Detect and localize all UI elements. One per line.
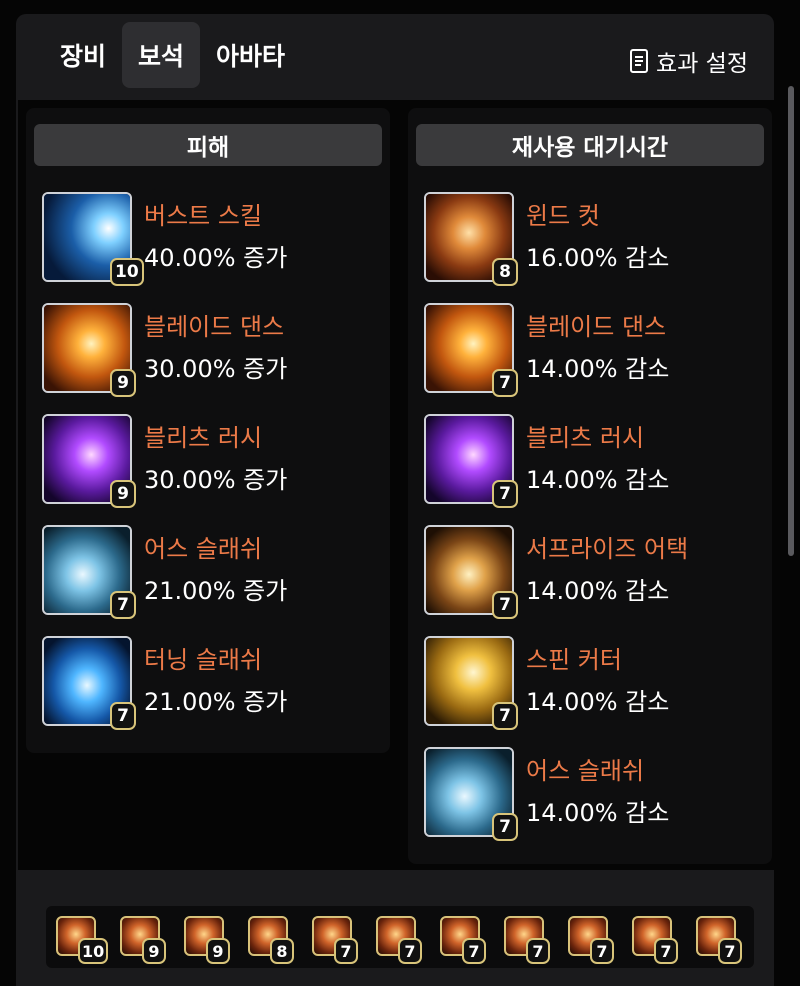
mini-gem-level: 7 bbox=[718, 938, 742, 964]
cooldown-header: 재사용 대기시간 bbox=[416, 124, 764, 166]
cooldown-item-row[interactable]: 7 스핀 커터 14.00% 감소 bbox=[424, 636, 764, 730]
effect-value: 14.00% 감소 bbox=[526, 355, 670, 383]
effect-value: 16.00% 감소 bbox=[526, 244, 670, 272]
cooldown-column: 재사용 대기시간 8 윈드 컷 16.00% 감소 7 블레이드 댄스 14.00% 감소… bbox=[408, 108, 772, 864]
mini-gem[interactable]: 7 bbox=[370, 912, 422, 964]
damage-item-row[interactable]: 9 블레이드 댄스 30.00% 증가 bbox=[42, 303, 382, 397]
tab-gems[interactable]: 보석 bbox=[122, 22, 201, 88]
gem-level-badge: 7 bbox=[492, 813, 518, 841]
effect-value: 30.00% 증가 bbox=[144, 355, 288, 383]
mini-gem[interactable]: 7 bbox=[498, 912, 550, 964]
mini-gem[interactable]: 7 bbox=[626, 912, 678, 964]
gem-level-badge: 7 bbox=[110, 702, 136, 730]
mini-gem-level: 7 bbox=[398, 938, 422, 964]
gem-level-badge: 7 bbox=[492, 480, 518, 508]
damage-item-row[interactable]: 10 버스트 스킬 40.00% 증가 bbox=[42, 192, 382, 286]
gem-level-badge: 7 bbox=[492, 702, 518, 730]
mini-gem-level: 7 bbox=[526, 938, 550, 964]
damage-header: 피해 bbox=[34, 124, 382, 166]
effect-value: 14.00% 감소 bbox=[526, 577, 670, 605]
mini-gem[interactable]: 9 bbox=[114, 912, 166, 964]
effect-value: 21.00% 증가 bbox=[144, 688, 288, 716]
mini-gem[interactable]: 7 bbox=[562, 912, 614, 964]
gem-level-badge: 8 bbox=[492, 258, 518, 286]
cooldown-item-row[interactable]: 7 어스 슬래쉬 14.00% 감소 bbox=[424, 747, 764, 841]
damage-item-row[interactable]: 7 터닝 슬래쉬 21.00% 증가 bbox=[42, 636, 382, 730]
gem-level-badge: 7 bbox=[492, 369, 518, 397]
skill-name: 어스 슬래쉬 bbox=[526, 757, 645, 785]
skill-name: 블리츠 러시 bbox=[526, 424, 645, 452]
skill-name: 블레이드 댄스 bbox=[526, 313, 667, 341]
skill-name: 어스 슬래쉬 bbox=[144, 535, 263, 563]
skill-name: 서프라이즈 어택 bbox=[526, 535, 689, 563]
mini-gem[interactable]: 7 bbox=[306, 912, 358, 964]
mini-gem[interactable]: 7 bbox=[434, 912, 486, 964]
effect-value: 21.00% 증가 bbox=[144, 577, 288, 605]
mini-gem[interactable]: 9 bbox=[178, 912, 230, 964]
cooldown-item-row[interactable]: 7 서프라이즈 어택 14.00% 감소 bbox=[424, 525, 764, 619]
skill-name: 윈드 컷 bbox=[526, 202, 600, 230]
document-icon bbox=[630, 49, 649, 73]
skill-name: 스핀 커터 bbox=[526, 646, 622, 674]
tab-bar: 장비 보석 아바타 bbox=[44, 22, 301, 88]
mini-gem-level: 10 bbox=[78, 938, 109, 964]
effect-settings-label: 효과 설정 bbox=[656, 51, 748, 77]
effect-value: 30.00% 증가 bbox=[144, 466, 288, 494]
tab-equipment[interactable]: 장비 bbox=[44, 22, 122, 88]
mini-gem-level: 7 bbox=[590, 938, 614, 964]
skill-name: 블리츠 러시 bbox=[144, 424, 263, 452]
gem-level-badge: 7 bbox=[110, 591, 136, 619]
skill-name: 블레이드 댄스 bbox=[144, 313, 285, 341]
mini-gem[interactable]: 8 bbox=[242, 912, 294, 964]
damage-item-row[interactable]: 7 어스 슬래쉬 21.00% 증가 bbox=[42, 525, 382, 619]
effect-value: 14.00% 감소 bbox=[526, 466, 670, 494]
cooldown-item-row[interactable]: 7 블리츠 러시 14.00% 감소 bbox=[424, 414, 764, 508]
effect-value: 14.00% 감소 bbox=[526, 799, 670, 827]
damage-column: 피해 10 버스트 스킬 40.00% 증가 9 블레이드 댄스 30.00% 증가 9 블리… bbox=[26, 108, 390, 753]
gem-effects-area: 피해 10 버스트 스킬 40.00% 증가 9 블레이드 댄스 30.00% 증가 9 블리… bbox=[18, 100, 780, 870]
cooldown-item-row[interactable]: 7 블레이드 댄스 14.00% 감소 bbox=[424, 303, 764, 397]
mini-gem-level: 7 bbox=[462, 938, 486, 964]
damage-item-row[interactable]: 9 블리츠 러시 30.00% 증가 bbox=[42, 414, 382, 508]
mini-gem-level: 7 bbox=[334, 938, 358, 964]
mini-gem-level: 9 bbox=[142, 938, 166, 964]
gem-level-badge: 9 bbox=[110, 369, 136, 397]
gem-strip: 10 9 9 8 7 7 7 7 7 7 7 bbox=[46, 906, 754, 968]
mini-gem-level: 8 bbox=[270, 938, 294, 964]
mini-gem[interactable]: 7 bbox=[690, 912, 742, 964]
mini-gem-level: 9 bbox=[206, 938, 230, 964]
skill-name: 버스트 스킬 bbox=[144, 202, 263, 230]
gem-level-badge: 7 bbox=[492, 591, 518, 619]
mini-gem[interactable]: 10 bbox=[50, 912, 109, 964]
effect-value: 14.00% 감소 bbox=[526, 688, 670, 716]
mini-gem-level: 7 bbox=[654, 938, 678, 964]
tab-avatar[interactable]: 아바타 bbox=[200, 22, 301, 88]
cooldown-item-row[interactable]: 8 윈드 컷 16.00% 감소 bbox=[424, 192, 764, 286]
effect-settings-button[interactable]: 효과 설정 bbox=[630, 44, 748, 78]
scrollbar[interactable] bbox=[788, 86, 794, 556]
gem-level-badge: 9 bbox=[110, 480, 136, 508]
gem-level-badge: 10 bbox=[110, 258, 144, 286]
effect-value: 40.00% 증가 bbox=[144, 244, 288, 272]
skill-name: 터닝 슬래쉬 bbox=[144, 646, 263, 674]
